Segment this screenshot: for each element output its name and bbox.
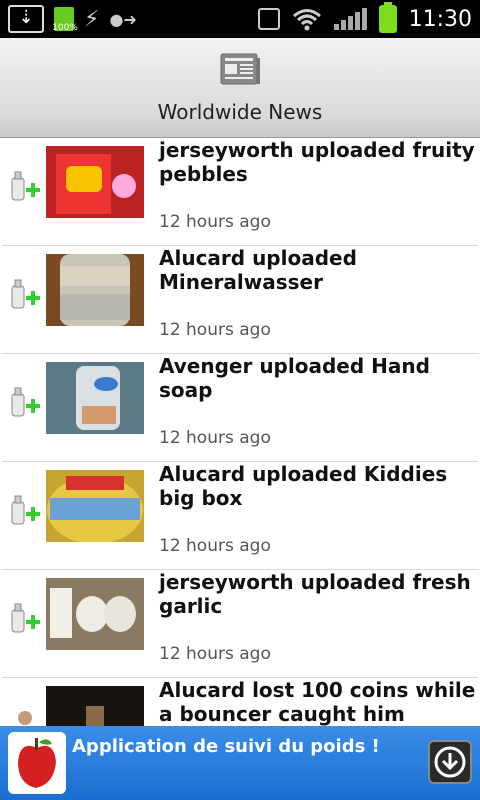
feed-item[interactable]: Alucard uploaded Mineralwasser 12 hours … <box>2 246 478 354</box>
status-bar: ⇣ 100% ⚡ ●➜ 11:30 <box>0 0 480 38</box>
signal-icon <box>333 8 367 30</box>
download-icon[interactable] <box>428 740 472 784</box>
feed-item-title: Alucard lost 100 coins while a bouncer c… <box>159 678 476 726</box>
page-title: Worldwide News <box>157 100 323 124</box>
feed-item-time: 12 hours ago <box>159 428 271 448</box>
feed-item-title: jerseyworth uploaded fresh garlic <box>159 570 471 618</box>
product-photo-water-bottle <box>46 254 144 326</box>
feed-item[interactable]: Alucard uploaded Kiddies big box 12 hour… <box>2 462 478 570</box>
feed-item[interactable]: jerseyworth uploaded fruity pebbles 12 h… <box>2 138 478 246</box>
ad-banner[interactable]: Application de suivi du poids ! <box>0 726 480 800</box>
add-product-icon[interactable] <box>8 492 42 532</box>
feed-item-time: 12 hours ago <box>159 536 271 556</box>
feed-item-title: Alucard uploaded Mineralwasser <box>159 246 357 294</box>
app-header: Worldwide News <box>0 38 480 138</box>
feed-item-title: Avenger uploaded Hand soap <box>159 354 430 402</box>
product-photo-cereal <box>46 146 144 218</box>
feed-item-title: Alucard uploaded Kiddies big box <box>159 462 448 510</box>
feed-item-time: 12 hours ago <box>159 320 271 340</box>
wifi-icon <box>292 9 321 31</box>
product-photo-garlic <box>46 578 144 650</box>
feed-item[interactable]: Avenger uploaded Hand soap 12 hours ago <box>2 354 478 462</box>
usb-icon: ⚡ <box>84 6 100 32</box>
news-feed-list[interactable]: jerseyworth uploaded fruity pebbles 12 h… <box>0 138 480 726</box>
apple-icon[interactable] <box>8 732 66 794</box>
feed-item[interactable]: Alucard lost 100 coins while a bouncer c… <box>2 678 478 726</box>
ad-text[interactable]: Application de suivi du poids ! <box>72 736 412 758</box>
clock: 11:30 <box>408 6 472 32</box>
add-product-icon[interactable] <box>8 600 42 640</box>
add-product-icon[interactable] <box>8 276 42 316</box>
add-product-icon[interactable] <box>8 168 42 208</box>
bouncer-icon[interactable] <box>8 708 42 726</box>
product-photo-hand-soap <box>46 362 144 434</box>
feed-item-time: 12 hours ago <box>159 212 271 232</box>
feed-item-title: jerseyworth uploaded fruity pebbles <box>159 138 475 186</box>
download-notification-icon: ⇣ <box>8 5 44 33</box>
event-photo <box>46 686 144 726</box>
battery-widget-label: 100% <box>52 23 78 33</box>
battery-widget-icon: 100% <box>52 7 78 33</box>
feed-item[interactable]: jerseyworth uploaded fresh garlic 12 hou… <box>2 570 478 678</box>
data-transfer-icon: ●➜ <box>109 9 137 29</box>
newspaper-icon <box>220 53 260 85</box>
battery-icon <box>378 2 397 33</box>
vibrate-icon <box>257 8 280 30</box>
feed-item-time: 12 hours ago <box>159 644 271 664</box>
add-product-icon[interactable] <box>8 384 42 424</box>
product-photo-candy-box <box>46 470 144 542</box>
